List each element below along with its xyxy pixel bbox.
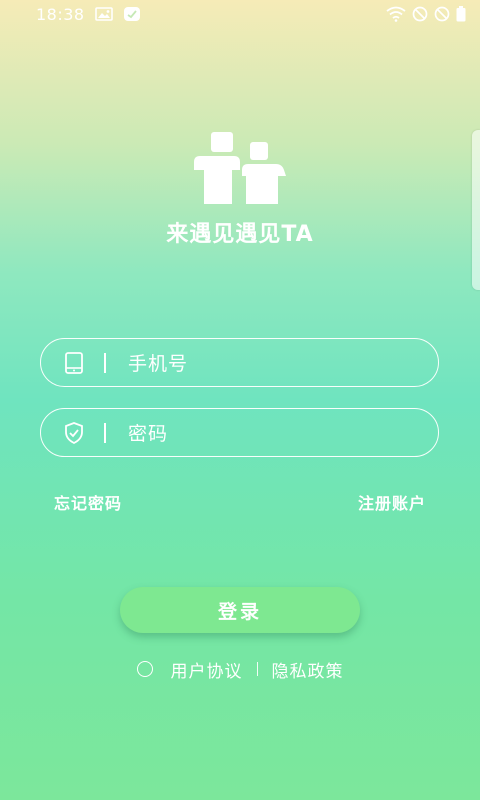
app-notification-icon [123, 6, 141, 22]
wifi-icon [386, 6, 406, 22]
image-icon [94, 7, 113, 21]
app-logo-icon [192, 130, 288, 208]
password-input[interactable]: 密码 [128, 419, 168, 446]
status-time: 18:38 [36, 4, 85, 24]
no-signal-icon [434, 6, 450, 22]
agree-checkbox[interactable] [136, 661, 153, 677]
app-title: 来遇见遇见TA [166, 222, 314, 247]
register-link[interactable]: 注册账户 [358, 490, 426, 514]
edge-panel-handle[interactable] [472, 130, 480, 290]
agreement-divider [256, 662, 258, 676]
login-button[interactable]: 登录 [120, 587, 360, 633]
status-bar-right [386, 6, 466, 22]
phone-icon [62, 351, 86, 375]
field-separator [104, 422, 106, 443]
agreement-row: 用户协议 隐私政策 [0, 657, 480, 682]
shield-icon [62, 421, 86, 445]
battery-icon [456, 6, 466, 22]
status-bar-left: 18:38 [36, 5, 141, 24]
user-agreement-link[interactable]: 用户协议 [171, 657, 243, 682]
forgot-password-link[interactable]: 忘记密码 [54, 490, 122, 514]
field-separator [104, 352, 106, 373]
privacy-policy-link[interactable]: 隐私政策 [272, 657, 344, 682]
password-field[interactable]: 密码 [40, 408, 439, 457]
no-sim-icon [412, 6, 428, 22]
phone-field[interactable]: 手机号 [40, 338, 439, 387]
status-bar: 18:38 [0, 0, 480, 28]
phone-input[interactable]: 手机号 [128, 349, 188, 376]
